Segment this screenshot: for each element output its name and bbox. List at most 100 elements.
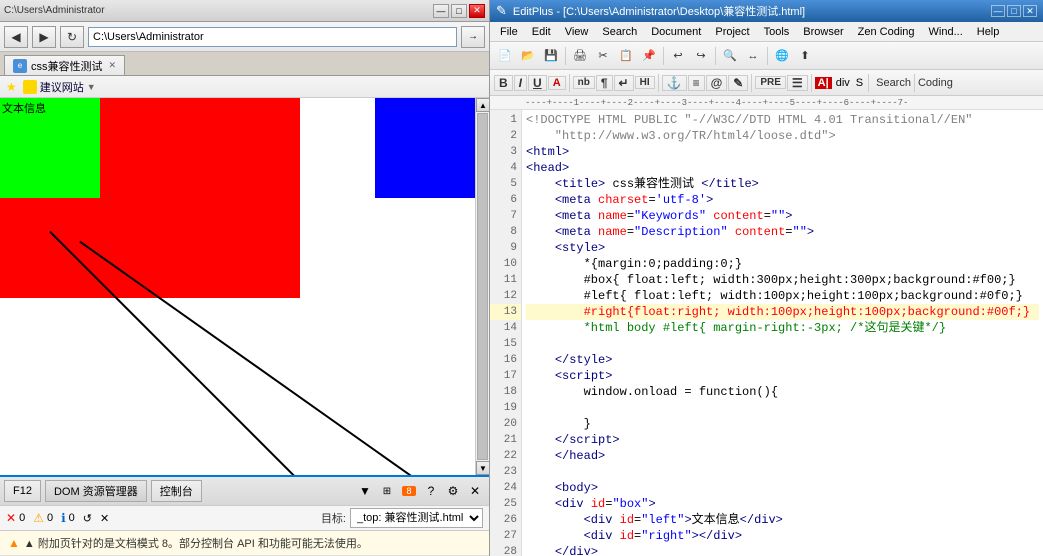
menu-browser[interactable]: Browser (797, 25, 849, 39)
editor-titlebar-buttons: — □ ✕ (991, 5, 1037, 17)
tab-favicon: e (13, 59, 27, 73)
browser-tab[interactable]: e css兼容性测试 ✕ (4, 55, 125, 75)
console-warn-icon: ▲ (8, 536, 20, 550)
line-num-14: 14 (490, 320, 521, 336)
tb2-nb-button[interactable]: nb (573, 76, 595, 89)
editor-close-button[interactable]: ✕ (1023, 5, 1037, 17)
browser-scrollbar[interactable]: ▲ ▼ (475, 98, 489, 475)
tb2-anchor-button[interactable]: ⚓ (662, 75, 687, 91)
line-num-4: 4 (490, 160, 521, 176)
console-message-text: ▲ 附加页针对的是文档模式 8。部分控制台 API 和功能可能无法使用。 (24, 535, 368, 551)
tab-close-button[interactable]: ✕ (109, 60, 117, 71)
scroll-down-arrow[interactable]: ▼ (476, 461, 489, 475)
tb2-bold-button[interactable]: B (494, 75, 513, 91)
browser-maximize-button[interactable]: □ (451, 4, 467, 18)
tb-copy-button[interactable]: 📋 (615, 45, 637, 67)
tb-redo-button[interactable]: ↪ (690, 45, 712, 67)
menu-window[interactable]: Wind... (923, 25, 969, 39)
tb-browser-button[interactable]: 🌐 (771, 45, 793, 67)
menu-tools[interactable]: Tools (758, 25, 796, 39)
tb2-underline-button[interactable]: U (528, 75, 547, 91)
tb2-edit-button[interactable]: ✎ (728, 75, 748, 91)
editor-title: EditPlus - [C:\Users\Administrator\Deskt… (513, 3, 805, 19)
menu-file[interactable]: File (494, 25, 524, 39)
browser-titlebar-buttons: — □ ✕ (433, 4, 485, 18)
devtools-count: 8 (402, 486, 416, 496)
devtools-help-icon[interactable]: ? (421, 481, 441, 501)
browser-close-button[interactable]: ✕ (469, 4, 485, 18)
scroll-up-arrow[interactable]: ▲ (476, 98, 489, 112)
browser-path: C:\Users\Administrator (4, 5, 105, 16)
go-button[interactable]: → (461, 26, 485, 48)
tb2-separator-2 (658, 74, 659, 92)
tb-undo-button[interactable]: ↩ (667, 45, 689, 67)
tb2-tab-button[interactable]: ↵ (614, 75, 634, 91)
devtools-icons-group: ▼ ⊞ 8 ? ⚙ ✕ (355, 481, 485, 501)
tb-new-button[interactable]: 📄 (494, 45, 516, 67)
tb-ftp-button[interactable]: ⬆ (794, 45, 816, 67)
line-num-23: 23 (490, 464, 521, 480)
tb-print-button[interactable]: 🖨 (569, 45, 591, 67)
devtools-dom-button[interactable]: DOM 资源管理器 (45, 480, 147, 502)
browser-panel: C:\Users\Administrator — □ ✕ ◀ ▶ ↻ → e c… (0, 0, 490, 556)
line-num-18: 18 (490, 384, 521, 400)
console-info-button[interactable]: ℹ 0 (61, 511, 75, 525)
tb-separator-2 (663, 47, 664, 65)
scroll-thumb[interactable] (477, 113, 488, 460)
tb-cut-button[interactable]: ✂ (592, 45, 614, 67)
line-num-19: 19 (490, 400, 521, 416)
tb2-nbsp-button[interactable]: ¶ (596, 75, 613, 91)
console-clear-button[interactable]: ✕ (100, 512, 109, 525)
forward-button[interactable]: ▶ (32, 26, 56, 48)
editor-toolbar2: B I U A nb ¶ ↵ HI ⚓ ≡ @ ✎ PRE ☰ A| div S… (490, 70, 1043, 96)
address-input[interactable] (88, 27, 457, 47)
refresh-button[interactable]: ↻ (60, 26, 84, 48)
tb2-italic-button[interactable]: I (514, 75, 527, 91)
tb-save-button[interactable]: 💾 (540, 45, 562, 67)
browser-minimize-button[interactable]: — (433, 4, 449, 18)
back-button[interactable]: ◀ (4, 26, 28, 48)
editor-minimize-button[interactable]: — (991, 5, 1005, 17)
menu-document[interactable]: Document (645, 25, 707, 39)
menu-zen-coding[interactable]: Zen Coding (852, 25, 921, 39)
devtools-console-button[interactable]: 控制台 (151, 480, 202, 502)
devtools-close-icon[interactable]: ✕ (465, 481, 485, 501)
tb2-list-button[interactable]: ☰ (787, 75, 808, 91)
devtools-grid-icon[interactable]: ⊞ (377, 481, 397, 501)
console-refresh-button[interactable]: ↺ (83, 512, 92, 525)
code-line-2: "http://www.w3.org/TR/html4/loose.dtd"> (526, 128, 1039, 144)
tb-replace-button[interactable]: ↔ (742, 45, 764, 67)
tb2-pre-button[interactable]: PRE (755, 76, 786, 89)
console-warn-button[interactable]: ⚠ 0 (33, 511, 53, 525)
menu-edit[interactable]: Edit (526, 25, 557, 39)
menu-project[interactable]: Project (709, 25, 755, 39)
tb2-at-button[interactable]: @ (706, 75, 728, 91)
tb-open-button[interactable]: 📂 (517, 45, 539, 67)
code-line-7: <meta name="Keywords" content=""> (526, 208, 1039, 224)
tb-separator-3 (715, 47, 716, 65)
menu-help[interactable]: Help (971, 25, 1006, 39)
target-select[interactable]: _top: 兼容性测试.html (350, 508, 483, 528)
code-area[interactable]: 1 2 3 4 5 6 7 8 9 10 11 12 13 14 15 16 1… (490, 110, 1043, 556)
warn-count: 0 (47, 512, 53, 524)
console-message: ▲ ▲ 附加页针对的是文档模式 8。部分控制台 API 和功能可能无法使用。 (0, 531, 489, 556)
editor-ruler: ----+----1----+----2----+----3----+----4… (490, 96, 1043, 110)
code-line-5: <title> css兼容性测试 </title> (526, 176, 1039, 192)
tb-find-button[interactable]: 🔍 (719, 45, 741, 67)
devtools-filter-icon[interactable]: ▼ (355, 481, 375, 501)
tb2-hi-button[interactable]: HI (635, 76, 655, 89)
menu-view[interactable]: View (559, 25, 595, 39)
favorites-item[interactable]: 建议网站 ▼ (23, 79, 96, 95)
tb2-align-button[interactable]: ≡ (688, 75, 705, 91)
menu-search[interactable]: Search (596, 25, 643, 39)
code-content[interactable]: <!DOCTYPE HTML PUBLIC "-//W3C//DTD HTML … (522, 110, 1043, 556)
tb2-color-button[interactable]: A (548, 76, 566, 90)
editor-maximize-button[interactable]: □ (1007, 5, 1021, 17)
console-error-button[interactable]: ✕ 0 (6, 511, 25, 525)
favorites-bar: ★ 建议网站 ▼ (0, 76, 489, 98)
code-line-27: <div id="right"></div> (526, 528, 1039, 544)
devtools-f12-button[interactable]: F12 (4, 480, 41, 502)
tb-paste-button[interactable]: 📌 (638, 45, 660, 67)
devtools-settings-icon[interactable]: ⚙ (443, 481, 463, 501)
tb2-a-button[interactable]: A| (815, 77, 832, 89)
